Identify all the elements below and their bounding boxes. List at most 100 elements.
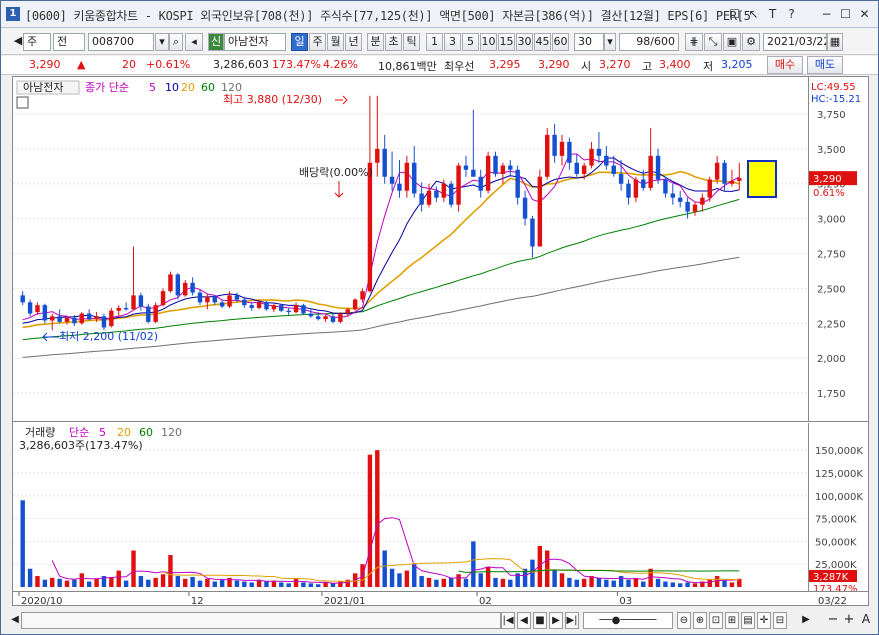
grid-icon[interactable]: ⊟ bbox=[773, 612, 787, 629]
search-icon[interactable]: ⌕ bbox=[169, 33, 183, 51]
volume-bar bbox=[146, 579, 151, 587]
zoom-reset-icon[interactable]: ⊞ bbox=[725, 612, 739, 629]
candle-body bbox=[293, 305, 299, 313]
code-dropdown-icon[interactable]: ▾ bbox=[155, 33, 169, 51]
high-price: 3,400 bbox=[659, 58, 691, 71]
scroll-back-icon[interactable]: ◀ bbox=[517, 612, 531, 629]
minute-60[interactable]: 60 bbox=[552, 33, 569, 51]
lc-label: LC:49.55 bbox=[811, 82, 856, 93]
calendar-icon[interactable]: ▦ bbox=[827, 33, 843, 51]
volume-bar bbox=[471, 541, 476, 587]
volume-bar bbox=[508, 579, 513, 587]
volume-tick-label: 75,000K bbox=[815, 515, 857, 526]
candle-body bbox=[500, 165, 506, 174]
save-icon[interactable]: ▣ bbox=[723, 33, 741, 51]
volume-legend-label: 거래량 bbox=[25, 426, 55, 439]
remove-panel-icon[interactable]: − bbox=[827, 612, 839, 629]
current-price-tag: 3,290 bbox=[813, 174, 842, 185]
minute-custom-input[interactable]: 30 bbox=[574, 33, 604, 51]
volume-bar bbox=[545, 550, 550, 587]
scroll-prev-icon[interactable]: |◀ bbox=[501, 612, 515, 629]
crosshair-icon[interactable]: ✛ bbox=[757, 612, 771, 629]
drawing-tool-icon[interactable]: ⤡ bbox=[704, 33, 722, 51]
volume-bar bbox=[441, 578, 447, 587]
minute-3[interactable]: 3 bbox=[444, 33, 461, 51]
turnover-rate: 4.26% bbox=[323, 58, 358, 71]
chart-window: 1 [0600] 키움종합차트 - KOSPI 외국인보유[708(천)] 주식… bbox=[0, 0, 879, 635]
date-input[interactable]: 2021/03/22 bbox=[763, 33, 827, 51]
buy-button[interactable]: 매수 bbox=[767, 56, 803, 74]
text-icon[interactable]: T bbox=[765, 7, 780, 21]
chart-type-icon[interactable]: ⋕ bbox=[685, 33, 703, 51]
add-panel-icon[interactable]: + bbox=[843, 612, 855, 629]
period-minute[interactable]: 분 bbox=[367, 33, 384, 51]
current-vol-tag: 3,287K bbox=[813, 572, 849, 583]
scroll-left-icon[interactable]: ◀ bbox=[9, 612, 21, 629]
zoom-out-icon[interactable]: ⊖ bbox=[677, 612, 691, 629]
candle-body bbox=[515, 169, 520, 198]
minute-30[interactable]: 30 bbox=[516, 33, 533, 51]
minute-10[interactable]: 10 bbox=[480, 33, 497, 51]
minimize-button[interactable]: − bbox=[819, 7, 834, 21]
candle-body bbox=[626, 183, 631, 198]
volume-bar bbox=[626, 579, 631, 587]
candle-body bbox=[530, 218, 535, 247]
minute-45[interactable]: 45 bbox=[534, 33, 551, 51]
app-icon[interactable]: 1 bbox=[6, 7, 20, 21]
minute-spin-icon[interactable]: ▾ bbox=[604, 33, 616, 51]
chart-scroll-track[interactable] bbox=[21, 612, 501, 629]
volume-chart[interactable]: 거래량 단순 5 20 60 120 3,286,603주(173.47%) bbox=[13, 423, 808, 591]
data-count-field[interactable]: 98/600 bbox=[619, 33, 679, 51]
zoom-in-icon[interactable]: ⊕ bbox=[693, 612, 707, 629]
volume-bar bbox=[212, 581, 217, 587]
sound-icon[interactable]: ◂ bbox=[185, 33, 203, 51]
volume-bar bbox=[567, 577, 572, 587]
volume-bar bbox=[552, 570, 557, 587]
price-chart[interactable]: 최고 3,880 (12/30) 최저 2,200 (11/02) 배당락(0.00… bbox=[13, 77, 808, 422]
candle-body bbox=[205, 296, 210, 303]
minute-15[interactable]: 15 bbox=[498, 33, 515, 51]
close-button[interactable]: ✕ bbox=[857, 7, 872, 21]
candle-body bbox=[160, 291, 166, 306]
zoom-fit-icon[interactable]: ⊡ bbox=[709, 612, 723, 629]
chart-area[interactable]: 최고 3,880 (12/30) 최저 2,200 (11/02) 배당락(0.00… bbox=[12, 76, 869, 606]
scroll-right-icon[interactable]: ▶ bbox=[797, 612, 815, 629]
ask-price: 3,295 bbox=[489, 58, 521, 71]
maximize-button[interactable]: ☐ bbox=[838, 7, 853, 21]
layout-icon[interactable]: ▤ bbox=[741, 612, 755, 629]
period-tick[interactable]: 틱 bbox=[403, 33, 420, 51]
dividend-annotation: 배당락(0.00%) bbox=[299, 166, 373, 179]
low-price: 3,205 bbox=[721, 58, 753, 71]
restore-small-icon[interactable]: ☐ bbox=[727, 7, 742, 21]
hc-label: HC:-15.21 bbox=[811, 94, 861, 105]
period-day[interactable]: 일 bbox=[291, 33, 308, 51]
candle-body bbox=[227, 295, 232, 307]
high-annotation: 최고 3,880 (12/30) bbox=[223, 93, 322, 106]
help-icon[interactable]: ? bbox=[784, 7, 799, 21]
play-icon[interactable]: ▶ bbox=[549, 612, 563, 629]
volume-bar bbox=[707, 579, 712, 587]
period-year[interactable]: 년 bbox=[345, 33, 362, 51]
stock-code-input[interactable]: 008700 bbox=[88, 33, 154, 51]
prev-select[interactable]: 전 bbox=[53, 33, 85, 51]
sell-button[interactable]: 매도 bbox=[807, 56, 843, 74]
minute-1[interactable]: 1 bbox=[426, 33, 443, 51]
stop-icon[interactable]: ■ bbox=[533, 612, 547, 629]
candle-body bbox=[375, 148, 380, 163]
period-week[interactable]: 주 bbox=[309, 33, 326, 51]
period-second[interactable]: 초 bbox=[385, 33, 402, 51]
toolbar-left-arrow-icon[interactable]: ◀ bbox=[13, 33, 23, 51]
volume-bar bbox=[160, 574, 166, 587]
candle-body bbox=[345, 309, 350, 314]
mode-select[interactable]: 주 bbox=[23, 33, 51, 51]
price-legend-ma-60: 60 bbox=[201, 81, 215, 94]
scroll-end-icon[interactable]: ▶| bbox=[565, 612, 579, 629]
period-month[interactable]: 월 bbox=[327, 33, 344, 51]
volume-bar bbox=[426, 577, 432, 587]
minute-5[interactable]: 5 bbox=[462, 33, 479, 51]
pointer-icon[interactable]: ↖ bbox=[746, 7, 761, 21]
indicator-add-icon[interactable]: A bbox=[859, 612, 873, 629]
candle-body bbox=[42, 305, 48, 321]
zoom-slider[interactable]: ──●────── bbox=[583, 612, 673, 629]
settings-icon[interactable]: ⚙ bbox=[742, 33, 760, 51]
